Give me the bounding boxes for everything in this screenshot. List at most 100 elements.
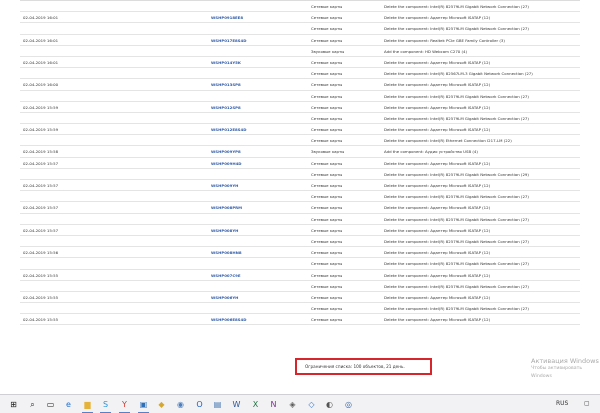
windows-activation-watermark: Активация Windows Чтобы активировать Win…	[531, 357, 600, 381]
component-changes-table: Сетевые карты Delete the component: Intel…	[20, 0, 580, 326]
device-type-cell: Сетевые карты	[311, 15, 343, 21]
app-icon-4[interactable]: ◈	[287, 399, 298, 410]
computer-link[interactable]: WSHP014Y5K	[211, 57, 241, 68]
table-row: 02-04-2019 15:57 WSHP008YH Сетевые карты De…	[20, 225, 580, 236]
app-icon-5[interactable]: ◇	[306, 399, 317, 410]
device-type-cell: Сетевые карты	[311, 26, 343, 32]
table-row: Сетевые карты Delete the component: Intel…	[20, 169, 580, 180]
app-icon-2[interactable]: ◉	[175, 399, 186, 410]
device-type-cell: Сетевые карты	[311, 250, 343, 256]
event-cell: Delete the component: Intel(R) 82579LM G…	[384, 261, 529, 267]
list-limit-text: Ограничения списка: 100 объектов, 21 ден…	[305, 364, 405, 369]
device-type-cell: Сетевые карты	[311, 71, 343, 77]
task-view-icon[interactable]: ▭	[45, 399, 56, 410]
event-cell: Delete the component: Адаптер Microsoft …	[384, 227, 491, 233]
device-type-cell: Сетевые карты	[311, 283, 343, 289]
log-date-cell: 02-04-2019 15:55	[23, 294, 59, 300]
computer-link[interactable]: WSHP009H4D	[211, 158, 242, 169]
device-type-cell: Сетевые карты	[311, 238, 343, 244]
table-row: Сетевые карты Delete the component: Intel…	[20, 23, 580, 35]
device-type-cell: Сетевые карты	[311, 294, 343, 300]
table-row: Сетевые карты Delete the component: Intel…	[20, 135, 580, 147]
log-page: Сетевые карты Delete the component: Intel…	[0, 0, 600, 394]
app-icon-3[interactable]: ▤	[212, 399, 223, 410]
start-icon[interactable]: ⊞	[8, 399, 19, 410]
table-row: Сетевые карты Delete the component: Intel…	[20, 214, 580, 225]
table-row: Сетевые карты Delete the component: Intel…	[20, 91, 580, 102]
computer-link[interactable]: WSHP012E8S4D	[211, 124, 246, 135]
device-type-cell: Сетевые карты	[311, 4, 343, 9]
table-row: 02-04-2019 15:59 WSHP012E8S4D Сетевые карт…	[20, 124, 580, 136]
device-type-cell: Сетевые карты	[311, 261, 343, 267]
device-type-cell: Сетевые карты	[311, 82, 343, 88]
list-limit-note: Ограничения списка: 100 объектов, 21 ден…	[295, 358, 432, 375]
table-row: 02-04-2019 15:56 WSHP008HN8 Сетевые карты D…	[20, 247, 580, 259]
device-type-cell: Сетевые карты	[311, 216, 343, 222]
computer-link[interactable]: WSHP006YH	[211, 292, 238, 303]
table-row: 02-04-2019 15:55 WSHP006E8S4D Сетевые карт…	[20, 314, 580, 326]
event-cell: Delete the component: Intel(R) 82579LM G…	[384, 238, 529, 244]
windows-taskbar: RUS ▢ ⊞ ⌕ ▭ e ▆ S Y ▣ ◆ ◉ O ▤ W X N ◈ ◇ ◐ ◎	[0, 394, 600, 413]
device-type-cell: Сетевые карты	[311, 37, 343, 43]
device-type-cell: Сетевые карты	[311, 59, 343, 65]
outlook-icon[interactable]: O	[194, 399, 205, 410]
photos-icon[interactable]: ▣	[138, 399, 149, 413]
file-explorer-icon[interactable]: ▆	[82, 399, 93, 413]
log-date-cell: 02-04-2019 15:57	[23, 183, 59, 188]
table-row: 02-04-2019 16:00 WSHP013SP8 Сетевые карты D…	[20, 79, 580, 91]
computer-link[interactable]: WSHP007C9E	[211, 270, 241, 281]
event-cell: Delete the component: Intel(R) 82579LM G…	[384, 216, 529, 222]
app-icon-1[interactable]: ◆	[156, 399, 167, 410]
log-date-cell: 02-04-2019 15:55	[23, 272, 59, 278]
computer-link[interactable]: WSHP012SP8	[211, 102, 241, 113]
computer-link[interactable]: WSHP0918EE8	[211, 12, 243, 23]
log-date-cell: 02-04-2019 16:00	[23, 82, 59, 88]
table-row: 02-04-2019 15:57 WSHP009YH Сетевые карты De…	[20, 180, 580, 192]
device-type-cell: Звуковые карты	[311, 48, 345, 54]
event-cell: Delete the component: Адаптер Microsoft …	[384, 317, 491, 323]
device-type-cell: Сетевые карты	[311, 93, 343, 99]
app-icon-7[interactable]: ◎	[343, 399, 354, 410]
device-type-cell: Сетевые карты	[311, 127, 343, 133]
yandex-browser-icon[interactable]: Y	[119, 399, 130, 413]
computer-link[interactable]: WSHP008PRM	[211, 202, 242, 213]
computer-link[interactable]: WSHP008HN8	[211, 247, 242, 258]
table-row: 02-04-2019 15:58 WSHP009YP8 Звуковые карты…	[20, 146, 580, 158]
table-row: 02-04-2019 15:57 WSHP009H4D Сетевые карты D…	[20, 158, 580, 169]
table-row: Сетевые карты Delete the component: Intel…	[20, 113, 580, 125]
app-icon-6[interactable]: ◐	[324, 399, 335, 410]
notifications-icon[interactable]: ▢	[584, 400, 590, 407]
edge-icon[interactable]: e	[63, 399, 74, 410]
onenote-icon[interactable]: N	[268, 399, 279, 410]
watermark-title: Активация Windows	[531, 357, 599, 365]
device-type-cell: Сетевые карты	[311, 317, 343, 323]
log-date-cell: 02-04-2019 15:59	[23, 127, 59, 133]
log-date-cell: 02-04-2019 15:59	[23, 104, 59, 110]
event-cell: Delete the component: Адаптер Microsoft …	[384, 82, 491, 88]
log-date-cell: 02-04-2019 15:58	[23, 149, 59, 155]
computer-link[interactable]: WSHP006E8S4D	[211, 314, 246, 325]
computer-link[interactable]: WSHP017E8S4D	[211, 35, 246, 46]
computer-link[interactable]: WSHP008YH	[211, 225, 238, 236]
event-cell: Delete the component: Адаптер Microsoft …	[384, 59, 491, 65]
log-date-cell: 02-04-2019 16:01	[23, 15, 59, 21]
event-cell: Delete the component: Адаптер Microsoft …	[384, 183, 491, 188]
device-type-cell: Сетевые карты	[311, 194, 343, 200]
log-date-cell: 02-04-2019 16:01	[23, 37, 59, 43]
computer-link[interactable]: WSHP009YH	[211, 180, 238, 191]
excel-icon[interactable]: X	[250, 399, 261, 410]
event-cell: Delete the component: Intel(R) Ethernet …	[384, 138, 512, 144]
log-date-cell: 02-04-2019 15:57	[23, 227, 59, 233]
device-type-cell: Сетевые карты	[311, 115, 343, 121]
computer-link[interactable]: WSHP009YP8	[211, 146, 241, 157]
device-type-cell: Сетевые карты	[311, 171, 343, 177]
computer-link[interactable]: WSHP013SP8	[211, 79, 241, 90]
event-cell: Add the component: Аудио устройство USB …	[384, 149, 478, 155]
table-row: Сетевые карты Delete the component: Intel…	[20, 68, 580, 80]
event-cell: Delete the component: Intel(R) 82579LM G…	[384, 93, 529, 99]
word-icon[interactable]: W	[231, 399, 242, 410]
skype-icon[interactable]: S	[100, 399, 111, 413]
search-icon[interactable]: ⌕	[27, 399, 38, 410]
language-indicator[interactable]: RUS	[556, 400, 568, 407]
log-date-cell: 02-04-2019 16:01	[23, 59, 59, 65]
